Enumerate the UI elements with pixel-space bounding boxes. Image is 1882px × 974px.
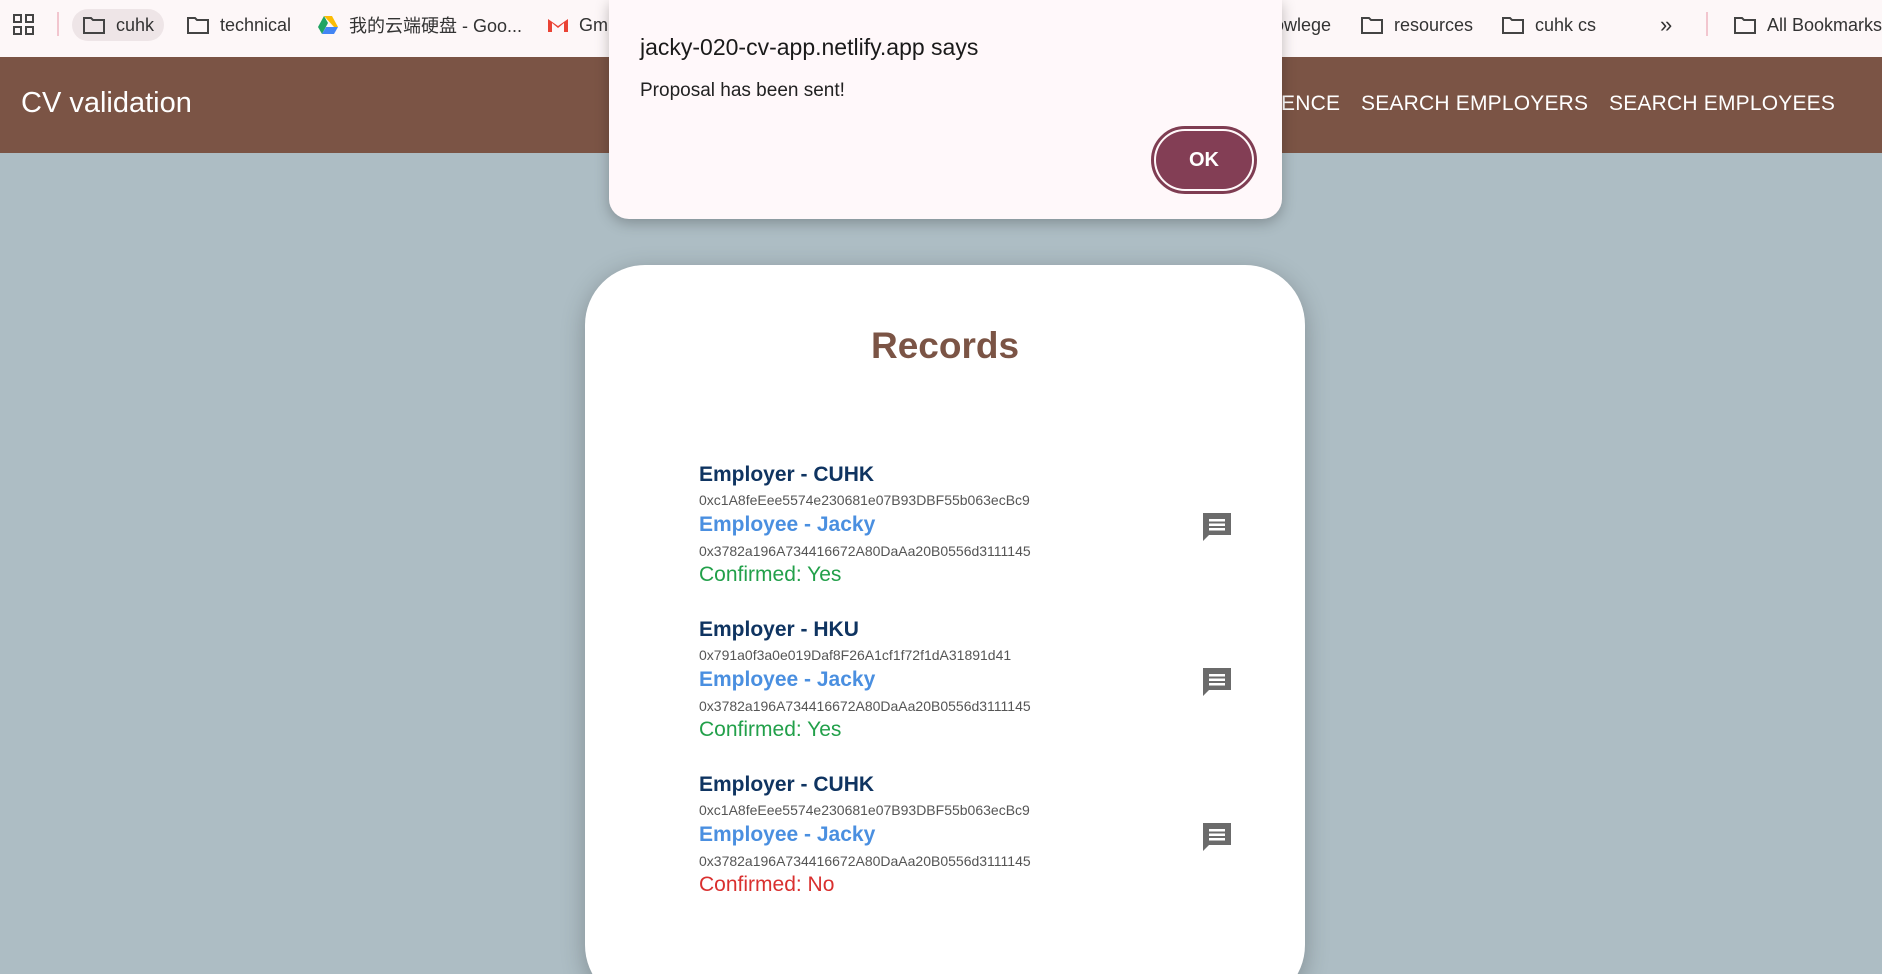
records-card: Records Employer - CUHK 0xc1A8feEee5574e… (585, 265, 1305, 974)
bookmark-label: Gm (579, 14, 608, 35)
all-bookmarks-label: All Bookmarks (1767, 14, 1882, 35)
comment-icon[interactable] (1201, 666, 1233, 698)
bookmarks-divider (57, 12, 59, 36)
dialog-title: jacky-020-cv-app.netlify.app says (640, 34, 979, 60)
google-drive-icon (318, 16, 338, 34)
record-item: Employer - CUHK 0xc1A8feEee5574e230681e0… (699, 463, 1231, 613)
employer-name: Employer - CUHK (699, 773, 875, 796)
record-item: Employer - CUHK 0xc1A8feEee5574e230681e0… (699, 773, 1231, 923)
nav-search-employers[interactable]: SEARCH EMPLOYERS (1361, 92, 1588, 116)
bookmark-google-drive[interactable]: 我的云端硬盘 - Goo... (307, 9, 532, 41)
confirmed-status: Confirmed: Yes (699, 718, 842, 741)
folder-icon (83, 17, 105, 34)
employee-address: 0x3782a196A734416672A80DaAa20B0556d31111… (699, 543, 1031, 559)
bookmark-label: cuhk cs (1535, 14, 1597, 35)
gmail-icon (548, 19, 568, 32)
employer-name: Employer - HKU (699, 618, 859, 641)
bookmark-technical[interactable]: technical (176, 9, 301, 41)
employee-address: 0x3782a196A734416672A80DaAa20B0556d31111… (699, 853, 1031, 869)
bookmark-cuhk[interactable]: cuhk (72, 9, 165, 41)
comment-icon[interactable] (1201, 821, 1233, 853)
all-bookmarks[interactable]: All Bookmarks (1723, 9, 1882, 41)
nav-search-employees[interactable]: SEARCH EMPLOYEES (1609, 92, 1835, 116)
records-title: Records (870, 325, 1020, 366)
employer-name: Employer - CUHK (699, 463, 875, 486)
bookmark-label: resources (1394, 14, 1474, 35)
employee-name: Employee - Jacky (699, 668, 876, 691)
bookmark-label: technical (220, 14, 292, 35)
bookmark-label: owlege (1274, 14, 1332, 35)
apps-grid-icon[interactable] (12, 13, 36, 37)
folder-icon (1734, 17, 1756, 34)
employee-name: Employee - Jacky (699, 513, 876, 536)
dialog-message: Proposal has been sent! (640, 80, 845, 101)
bookmark-knowledge[interactable]: owlege (1274, 9, 1341, 41)
employer-address: 0xc1A8feEee5574e230681e07B93DBF55b063ecB… (699, 802, 1030, 818)
confirmed-status: Confirmed: No (699, 873, 835, 896)
confirmed-status: Confirmed: Yes (699, 563, 842, 586)
folder-icon (187, 17, 209, 34)
employee-name: Employee - Jacky (699, 823, 876, 846)
ok-button[interactable]: OK (1156, 131, 1252, 189)
bookmark-resources[interactable]: resources (1350, 9, 1483, 41)
employer-address: 0xc1A8feEee5574e230681e07B93DBF55b063ecB… (699, 492, 1030, 508)
bookmark-gmail[interactable]: Gm (537, 9, 618, 41)
nav-experience[interactable]: ENCE (1281, 92, 1340, 116)
comment-icon[interactable] (1201, 511, 1233, 543)
folder-icon (1361, 17, 1383, 34)
employee-address: 0x3782a196A734416672A80DaAa20B0556d31111… (699, 698, 1031, 714)
bookmarks-divider (1706, 12, 1708, 36)
folder-icon (1502, 17, 1524, 34)
more-bookmarks-chevron-icon[interactable]: » (1660, 12, 1672, 38)
record-item: Employer - HKU 0x791a0f3a0e019Daf8F26A1c… (699, 618, 1231, 768)
bookmark-cuhk-cs[interactable]: cuhk cs (1491, 9, 1606, 41)
employer-address: 0x791a0f3a0e019Daf8F26A1cf1f72f1dA31891d… (699, 647, 1012, 663)
app-title[interactable]: CV validation (21, 87, 192, 120)
bookmark-label: cuhk (116, 14, 155, 35)
bookmark-label: 我的云端硬盘 - Goo... (349, 16, 523, 36)
alert-dialog: jacky-020-cv-app.netlify.app says Propos… (609, 0, 1282, 219)
